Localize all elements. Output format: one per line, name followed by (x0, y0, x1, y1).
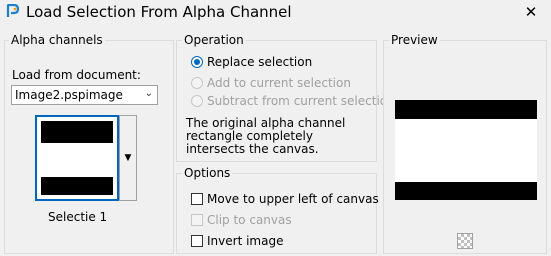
checkbox[interactable] (191, 193, 203, 205)
checkbox-label: Move to upper left of canvas (207, 192, 379, 206)
operation-group-label: Operation (182, 33, 246, 47)
chevron-down-icon: ⌄ (144, 88, 153, 99)
alpha-channel-thumbnail[interactable] (35, 115, 119, 201)
radio-button[interactable] (191, 56, 203, 68)
radio-label: Replace selection (207, 55, 313, 69)
radio-label: Add to current selection (207, 76, 351, 90)
window-title: Load Selection From Alpha Channel (26, 3, 292, 21)
checkbox (191, 214, 203, 226)
preview-group-label: Preview (389, 33, 440, 47)
checkbox[interactable] (191, 235, 203, 247)
document-select-value: Image2.pspimage (15, 88, 123, 102)
checkbox-label: Invert image (207, 234, 284, 248)
checkbox-label: Clip to canvas (207, 213, 292, 227)
preview-image (395, 100, 537, 200)
document-select[interactable]: Image2.pspimage ⌄ (11, 85, 158, 105)
radio-label: Subtract from current selection (207, 94, 395, 108)
radio-button (191, 77, 203, 89)
app-icon (6, 4, 20, 17)
radio-button (191, 95, 203, 107)
alpha-channels-group-label: Alpha channels (9, 33, 105, 47)
title-bar: Load Selection From Alpha Channel ✕ (0, 0, 551, 24)
thumbnail-caption: Selectie 1 (48, 210, 108, 224)
options-group-label: Options (182, 166, 233, 180)
thumbnail-image (41, 121, 113, 195)
thumbnail-dropdown-button[interactable]: ▼ (119, 115, 137, 201)
triangle-down-icon: ▼ (124, 153, 132, 163)
load-from-document-label: Load from document: (12, 68, 141, 82)
close-button[interactable]: ✕ (517, 2, 545, 22)
transparency-checker-icon[interactable] (457, 233, 473, 249)
operation-description: The original alpha channel rectangle com… (186, 116, 346, 156)
